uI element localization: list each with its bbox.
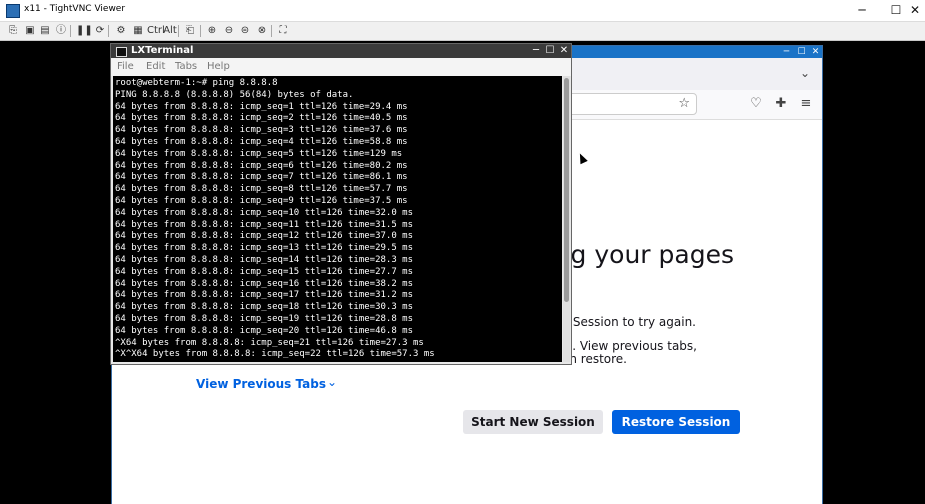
ctrl-esc-icon[interactable]: ▦ bbox=[131, 24, 145, 37]
ctrl-alt-del-icon[interactable]: ⚙ bbox=[114, 24, 128, 37]
ff-maximize-button[interactable]: ☐ bbox=[795, 46, 808, 58]
menu-file[interactable]: File bbox=[117, 61, 134, 72]
start-new-session-button[interactable]: Start New Session bbox=[463, 410, 603, 434]
menu-tabs[interactable]: Tabs bbox=[175, 61, 197, 72]
options-icon[interactable]: ▤ bbox=[38, 24, 52, 37]
extensions-icon[interactable]: ✚ bbox=[773, 96, 789, 111]
terminal-icon bbox=[116, 47, 127, 57]
view-previous-tabs-link[interactable]: View Previous Tabs bbox=[196, 377, 326, 391]
fullscreen-icon[interactable]: ⛶ bbox=[276, 24, 290, 37]
terminal-menubar: File Edit Tabs Help bbox=[111, 58, 571, 76]
term-maximize-button[interactable]: ☐ bbox=[544, 45, 556, 57]
term-minimize-button[interactable]: ─ bbox=[530, 45, 542, 57]
toolbar-separator bbox=[178, 25, 179, 37]
menu-edit[interactable]: Edit bbox=[146, 61, 165, 72]
tightvnc-icon bbox=[6, 4, 20, 18]
terminal-titlebar: LXTerminal ─ ☐ ✕ bbox=[111, 44, 571, 58]
pause-icon[interactable]: ❚❚ bbox=[76, 24, 93, 37]
toolbar-separator bbox=[108, 25, 109, 37]
toolbar-separator bbox=[70, 25, 71, 37]
bookmark-star-icon[interactable]: ☆ bbox=[678, 96, 690, 111]
toolbar-separator bbox=[271, 25, 272, 37]
scrollbar-thumb[interactable] bbox=[564, 78, 569, 302]
menu-icon[interactable]: ≡ bbox=[798, 96, 814, 111]
zoom-in-icon[interactable]: ⊕ bbox=[205, 24, 219, 37]
close-button[interactable]: ✕ bbox=[905, 0, 925, 21]
menu-help[interactable]: Help bbox=[207, 61, 230, 72]
alt-toggle[interactable]: Alt bbox=[163, 24, 177, 37]
terminal-output-area[interactable]: root@webterm-1:~# ping 8.8.8.8 PING 8.8.… bbox=[113, 76, 562, 362]
vnc-toolbar: ⎘ ▣ ▤ ⓘ ❚❚ ⟳ ⚙ ▦ Ctrl Alt ⎗ ⊕ ⊖ ⊜ ⊗ ⛶ bbox=[0, 22, 925, 41]
ff-close-button[interactable]: ✕ bbox=[809, 46, 822, 58]
zoom-fit-icon[interactable]: ⊗ bbox=[255, 24, 269, 37]
pocket-icon[interactable]: ♡ bbox=[748, 96, 764, 111]
new-connection-icon[interactable]: ⎘ bbox=[6, 24, 20, 37]
chevron-down-icon[interactable]: ⌄ bbox=[800, 66, 810, 80]
term-close-button[interactable]: ✕ bbox=[558, 45, 570, 57]
terminal-title: LXTerminal bbox=[131, 45, 194, 56]
lxterminal-window: LXTerminal ─ ☐ ✕ File Edit Tabs Help roo… bbox=[110, 43, 572, 365]
chevron-down-icon[interactable]: ⌄ bbox=[327, 375, 337, 389]
vnc-titlebar: x11 - TightVNC Viewer ─ ☐ ✕ bbox=[0, 0, 925, 22]
zoom-out-icon[interactable]: ⊖ bbox=[222, 24, 236, 37]
terminal-output: root@webterm-1:~# ping 8.8.8.8 PING 8.8.… bbox=[115, 78, 435, 360]
toolbar-separator bbox=[200, 25, 201, 37]
refresh-icon[interactable]: ⟳ bbox=[93, 24, 107, 37]
window-title: x11 - TightVNC Viewer bbox=[24, 4, 126, 14]
clipboard-icon[interactable]: ⎗ bbox=[183, 24, 197, 37]
save-icon[interactable]: ▣ bbox=[23, 24, 37, 37]
ff-minimize-button[interactable]: ─ bbox=[780, 46, 793, 58]
terminal-scrollbar[interactable] bbox=[563, 76, 570, 362]
restore-session-button[interactable]: Restore Session bbox=[612, 410, 740, 434]
ctrl-toggle[interactable]: Ctrl bbox=[147, 24, 165, 37]
zoom-100-icon[interactable]: ⊜ bbox=[238, 24, 252, 37]
info-icon[interactable]: ⓘ bbox=[54, 24, 68, 37]
